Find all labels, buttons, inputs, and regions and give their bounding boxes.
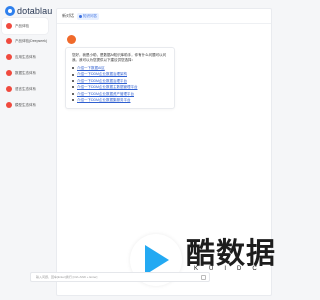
list-item: 介绍一下DDM企业数据集服务平台 bbox=[72, 97, 168, 103]
bullet-icon bbox=[72, 67, 74, 70]
brand-icon bbox=[6, 54, 12, 60]
suggestion-list: 介绍一下数据AI区 介绍一下DDM企业数据治理架构 介绍一下DDM企业数据治理平… bbox=[72, 65, 168, 103]
sidebar-item-label: 产品体验(Deepseek) bbox=[15, 38, 48, 43]
bullet-icon bbox=[72, 73, 74, 76]
play-triangle-icon bbox=[145, 245, 169, 275]
bullet-icon bbox=[72, 86, 74, 89]
sidebar-item-app-ecosystem[interactable]: 应用生态体系 bbox=[2, 49, 48, 65]
logo-text: dotablau bbox=[17, 6, 53, 16]
brand-icon bbox=[6, 86, 12, 92]
app-logo[interactable]: dotablau bbox=[5, 5, 52, 17]
logo-icon bbox=[5, 6, 15, 16]
knowledge-qa-badge[interactable]: 知识问答 bbox=[77, 12, 99, 20]
sidebar-item-label: 数据生态体系 bbox=[15, 70, 36, 75]
chat-input[interactable]: 输入问题，回车[Enter]换行 [Ctrl+Shift + Enter] bbox=[30, 272, 210, 282]
sidebar-item-model-ecosystem[interactable]: 模型生态体系 bbox=[2, 97, 48, 113]
sidebar: dotablau 产品体验 产品体验(Deepseek) 应用生态体系 数据生态… bbox=[0, 0, 52, 300]
chat-title: 新对话 bbox=[62, 13, 74, 18]
bullet-icon bbox=[72, 99, 74, 102]
sidebar-item-data-ecosystem[interactable]: 数据生态体系 bbox=[2, 65, 48, 81]
sidebar-item-product-deepseek[interactable]: 产品体验(Deepseek) bbox=[2, 33, 48, 49]
sidebar-item-label: 模型生态体系 bbox=[15, 102, 36, 107]
suggestion-link[interactable]: 介绍一下DDM企业数据集服务平台 bbox=[77, 97, 130, 103]
brand-icon bbox=[6, 70, 12, 76]
badge-label: 知识问答 bbox=[83, 13, 97, 18]
sidebar-item-product-experience[interactable]: 产品体验 bbox=[2, 18, 48, 34]
sidebar-item-language-ecosystem[interactable]: 语言生态体系 bbox=[2, 81, 48, 97]
assistant-message: 您好，我是小助，是数据Al知识库助手，你有什么问题可以问我。我可以为您提供以下建… bbox=[65, 47, 175, 109]
header-divider bbox=[57, 23, 271, 24]
assistant-avatar bbox=[67, 35, 76, 44]
sidebar-item-label: 应用生态体系 bbox=[15, 54, 36, 59]
input-placeholder: 输入问题，回车[Enter]换行 [Ctrl+Shift + Enter] bbox=[36, 275, 98, 279]
brand-icon bbox=[6, 23, 12, 29]
brand-icon bbox=[6, 38, 12, 44]
bullet-icon bbox=[72, 92, 74, 95]
sidebar-item-label: 产品体验 bbox=[15, 23, 29, 28]
chat-header: 新对话 知识问答 bbox=[57, 9, 271, 23]
assistant-intro-text: 您好，我是小助，是数据Al知识库助手，你有什么问题可以问我。我可以为您提供以下建… bbox=[72, 53, 167, 62]
badge-icon bbox=[79, 14, 82, 18]
brand-icon bbox=[6, 102, 12, 108]
sidebar-item-label: 语言生态体系 bbox=[15, 86, 36, 91]
send-icon[interactable] bbox=[201, 275, 206, 280]
bullet-icon bbox=[72, 80, 74, 83]
